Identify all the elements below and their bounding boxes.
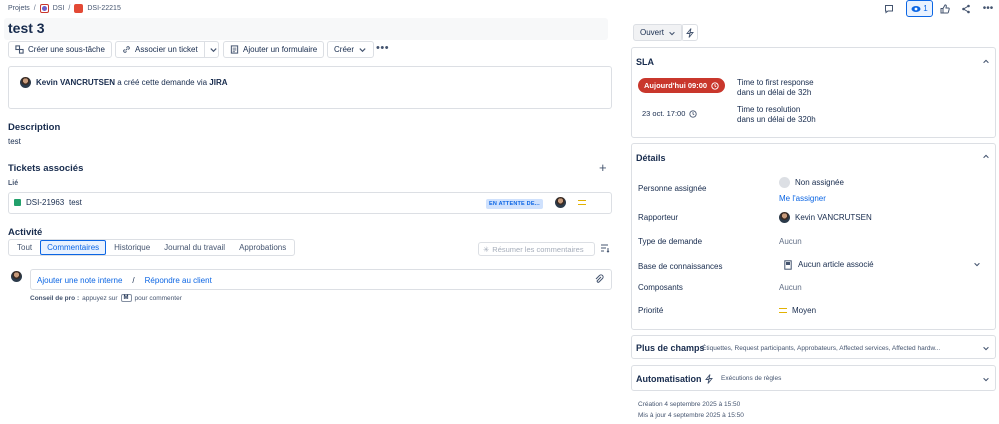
automation-summary: Exécutions de règles bbox=[721, 375, 782, 382]
priority-medium-icon bbox=[578, 200, 586, 205]
link-icon bbox=[123, 46, 130, 53]
sla-resolution-badge: 23 oct. 17:00 bbox=[642, 109, 698, 118]
add-internal-note-button[interactable]: Ajouter une note interne bbox=[37, 276, 122, 285]
add-form-button[interactable]: Ajouter un formulaire bbox=[223, 41, 325, 58]
more-actions-icon[interactable]: ••• bbox=[376, 42, 389, 54]
tab-comments[interactable]: Commentaires bbox=[40, 240, 107, 255]
chevron-down-icon[interactable] bbox=[973, 260, 981, 268]
status-dropdown[interactable]: Ouvert bbox=[633, 24, 684, 41]
chevron-up-icon[interactable] bbox=[982, 58, 990, 66]
book-icon bbox=[784, 259, 792, 270]
components-value[interactable]: Aucun bbox=[779, 283, 802, 292]
updated-timestamp: Mis à jour 4 septembre 2025 à 15:50 bbox=[638, 412, 744, 419]
eye-icon bbox=[911, 5, 921, 12]
share-icon[interactable] bbox=[956, 0, 976, 17]
automation-heading: Automatisation bbox=[636, 374, 702, 384]
sla-panel: SLA Aujourd'hui 09:00 Time to first resp… bbox=[631, 47, 996, 138]
avatar bbox=[779, 212, 790, 223]
automation-trigger-button[interactable] bbox=[681, 24, 698, 41]
creation-summary bbox=[8, 66, 612, 109]
chevron-down-icon bbox=[669, 31, 675, 35]
avatar bbox=[555, 197, 566, 208]
assign-to-me-link[interactable]: Me l'assigner bbox=[779, 194, 826, 203]
chevron-down-icon bbox=[983, 346, 989, 351]
breadcrumb-projects[interactable]: Projets bbox=[8, 5, 30, 12]
subtask-icon bbox=[15, 45, 24, 54]
knowledge-base-select[interactable]: Aucun article associé bbox=[784, 256, 984, 273]
breadcrumb-issue-key[interactable]: DSI-22215 bbox=[87, 5, 120, 12]
tab-worklog[interactable]: Journal du travail bbox=[158, 241, 231, 254]
activity-tabs: Tout Commentaires Historique Journal du … bbox=[8, 239, 296, 256]
description-heading: Description bbox=[8, 122, 61, 133]
tab-history[interactable]: Historique bbox=[108, 241, 156, 254]
status-label: Ouvert bbox=[640, 28, 665, 37]
linked-ticket-key[interactable]: DSI-21963 bbox=[26, 198, 64, 207]
create-button[interactable]: Créer bbox=[327, 41, 375, 58]
clock-icon bbox=[689, 109, 698, 118]
more-options-icon[interactable]: ••• bbox=[978, 0, 998, 17]
sla-heading: SLA bbox=[636, 57, 654, 67]
breadcrumb-project[interactable]: DSI bbox=[53, 5, 65, 12]
request-type-value[interactable]: Aucun bbox=[779, 237, 802, 246]
priority-value[interactable]: Moyen bbox=[792, 306, 816, 315]
linked-ticket-summary[interactable]: test bbox=[69, 198, 82, 207]
creation-text: Kevin VANCRUTSEN a créé cette demande vi… bbox=[36, 78, 228, 87]
attachment-icon[interactable] bbox=[594, 274, 604, 286]
clock-icon bbox=[711, 81, 719, 90]
issue-type-icon bbox=[74, 4, 84, 13]
more-fields-summary: Étiquettes, Request participants, Approb… bbox=[702, 345, 941, 352]
chevron-up-icon[interactable] bbox=[982, 153, 990, 161]
add-link-icon[interactable]: + bbox=[599, 161, 607, 174]
assignee-value[interactable]: Non assignée bbox=[795, 178, 844, 187]
lightning-icon bbox=[705, 374, 713, 384]
feedback-icon[interactable] bbox=[879, 0, 899, 17]
link-ticket-button[interactable]: Associer un ticket bbox=[115, 41, 219, 58]
chevron-down-icon bbox=[983, 377, 989, 382]
reporter-value[interactable]: Kevin VANCRUTSEN bbox=[795, 213, 872, 222]
watch-button[interactable]: 1 bbox=[906, 0, 933, 17]
reply-customer-button[interactable]: Répondre au client bbox=[145, 276, 212, 285]
avatar bbox=[11, 271, 22, 282]
title-field[interactable] bbox=[4, 18, 608, 40]
sla-resolution-name: Time to resolution bbox=[737, 105, 801, 114]
unassigned-avatar-icon bbox=[779, 177, 790, 188]
chevron-down-icon bbox=[359, 48, 366, 53]
project-icon bbox=[39, 4, 49, 13]
tab-all[interactable]: Tout bbox=[11, 241, 38, 254]
form-icon bbox=[230, 45, 239, 54]
sla-first-response-badge: Aujourd'hui 09:00 bbox=[638, 78, 726, 93]
pro-tip: Conseil de pro : appuyez sur M pour comm… bbox=[30, 294, 182, 302]
tab-approvals[interactable]: Approbations bbox=[233, 241, 292, 254]
page-title[interactable]: test 3 bbox=[8, 20, 45, 36]
status-badge: EN ATTENTE DE... bbox=[486, 199, 543, 209]
knowledge-base-value: Aucun article associé bbox=[798, 260, 874, 269]
description-text[interactable]: test bbox=[8, 137, 21, 146]
details-heading: Détails bbox=[636, 153, 666, 163]
sla-first-response-name: Time to first response bbox=[737, 78, 814, 87]
create-subtask-button[interactable]: Créer une sous-tâche bbox=[8, 41, 112, 58]
sla-first-response-detail: dans un délai de 32h bbox=[737, 88, 812, 97]
more-fields-heading: Plus de champs bbox=[636, 343, 705, 353]
breadcrumb: Projets / DSI / DSI-22215 bbox=[8, 4, 121, 13]
more-fields-panel[interactable]: Plus de champs Étiquettes, Request parti… bbox=[631, 335, 996, 359]
issue-type-icon bbox=[14, 199, 21, 206]
created-timestamp: Création 4 septembre 2025 à 15:50 bbox=[638, 401, 741, 408]
lightning-icon bbox=[685, 27, 694, 38]
linked-tickets-heading: Tickets associés bbox=[8, 163, 84, 174]
details-panel: Détails Personne assignée Non assignée M… bbox=[631, 143, 996, 330]
watch-count: 1 bbox=[923, 4, 928, 13]
activity-heading: Activité bbox=[8, 227, 43, 238]
summarize-comments-button[interactable]: ✳ Résumer les commentaires bbox=[478, 242, 595, 256]
chevron-down-icon bbox=[210, 48, 217, 53]
sort-icon[interactable] bbox=[600, 243, 610, 255]
creator-name[interactable]: Kevin VANCRUTSEN bbox=[36, 78, 115, 87]
relation-label: Lié bbox=[8, 180, 19, 187]
automation-panel[interactable]: Automatisation Exécutions de règles bbox=[631, 365, 996, 391]
thumbs-up-icon[interactable] bbox=[935, 0, 955, 17]
priority-medium-icon bbox=[779, 308, 787, 313]
avatar bbox=[20, 77, 31, 88]
sla-resolution-detail: dans un délai de 320h bbox=[737, 115, 816, 124]
ai-sparkle-icon: ✳ bbox=[483, 244, 490, 254]
link-ticket-dropdown[interactable] bbox=[203, 42, 218, 57]
